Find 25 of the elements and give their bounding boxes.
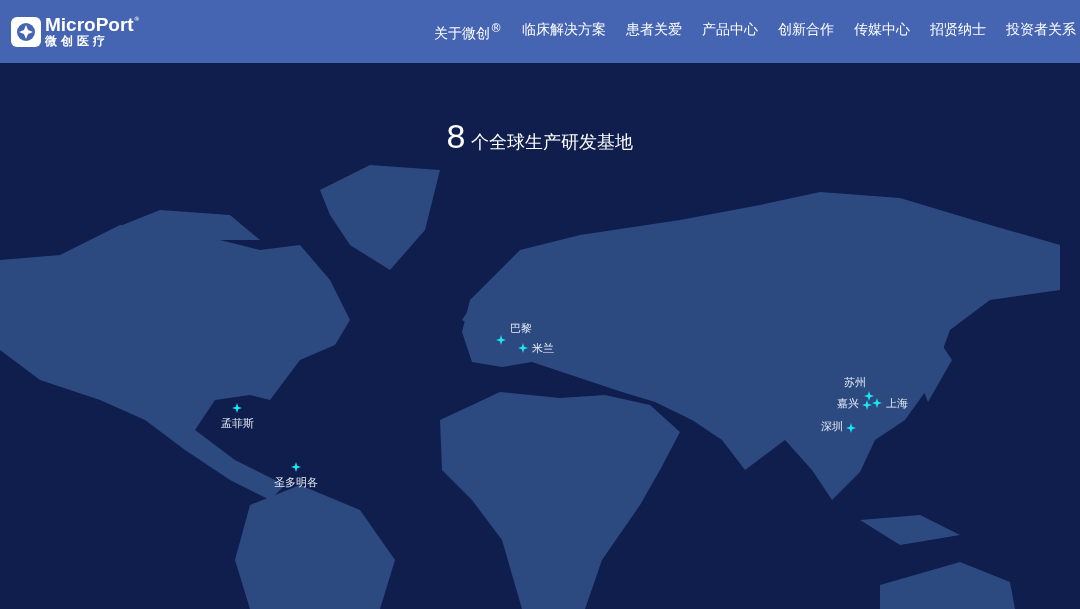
nav-link[interactable]: 传媒中心 (854, 20, 910, 43)
location-star-icon (291, 462, 301, 472)
location-star-icon (518, 343, 528, 353)
location-label: 孟菲斯 (220, 417, 254, 430)
location-label: 米兰 (532, 342, 554, 355)
logo-icon (11, 16, 41, 47)
location-label: 深圳 (821, 420, 843, 433)
nav-link[interactable]: 患者关爱 (626, 20, 682, 43)
location-star-icon (232, 403, 242, 413)
section-title: 8 个全球生产研发基地 (446, 117, 634, 156)
location-label: 巴黎 (510, 322, 532, 335)
location-star-icon (496, 335, 506, 345)
nav-link[interactable]: 关于微创$^{®}$ (434, 20, 502, 43)
nav-link[interactable]: 产品中心 (702, 20, 758, 43)
location-label: 圣多明各 (274, 476, 318, 489)
logo-wordmark: MicroPort (45, 15, 134, 34)
nav-link[interactable]: 临床解决方案 (522, 20, 606, 43)
nav-link[interactable]: 投资者关系 (1006, 20, 1076, 43)
nav-link[interactable]: 招贤纳士 (930, 20, 986, 43)
location-star-icon (846, 423, 856, 433)
location-label: 嘉兴 (837, 397, 859, 410)
location-label: 苏州 (844, 376, 866, 389)
location-label: 上海 (886, 397, 908, 410)
nav-link[interactable]: 创新合作 (778, 20, 834, 43)
logo-chinese-name: 微创医疗 (45, 34, 110, 48)
